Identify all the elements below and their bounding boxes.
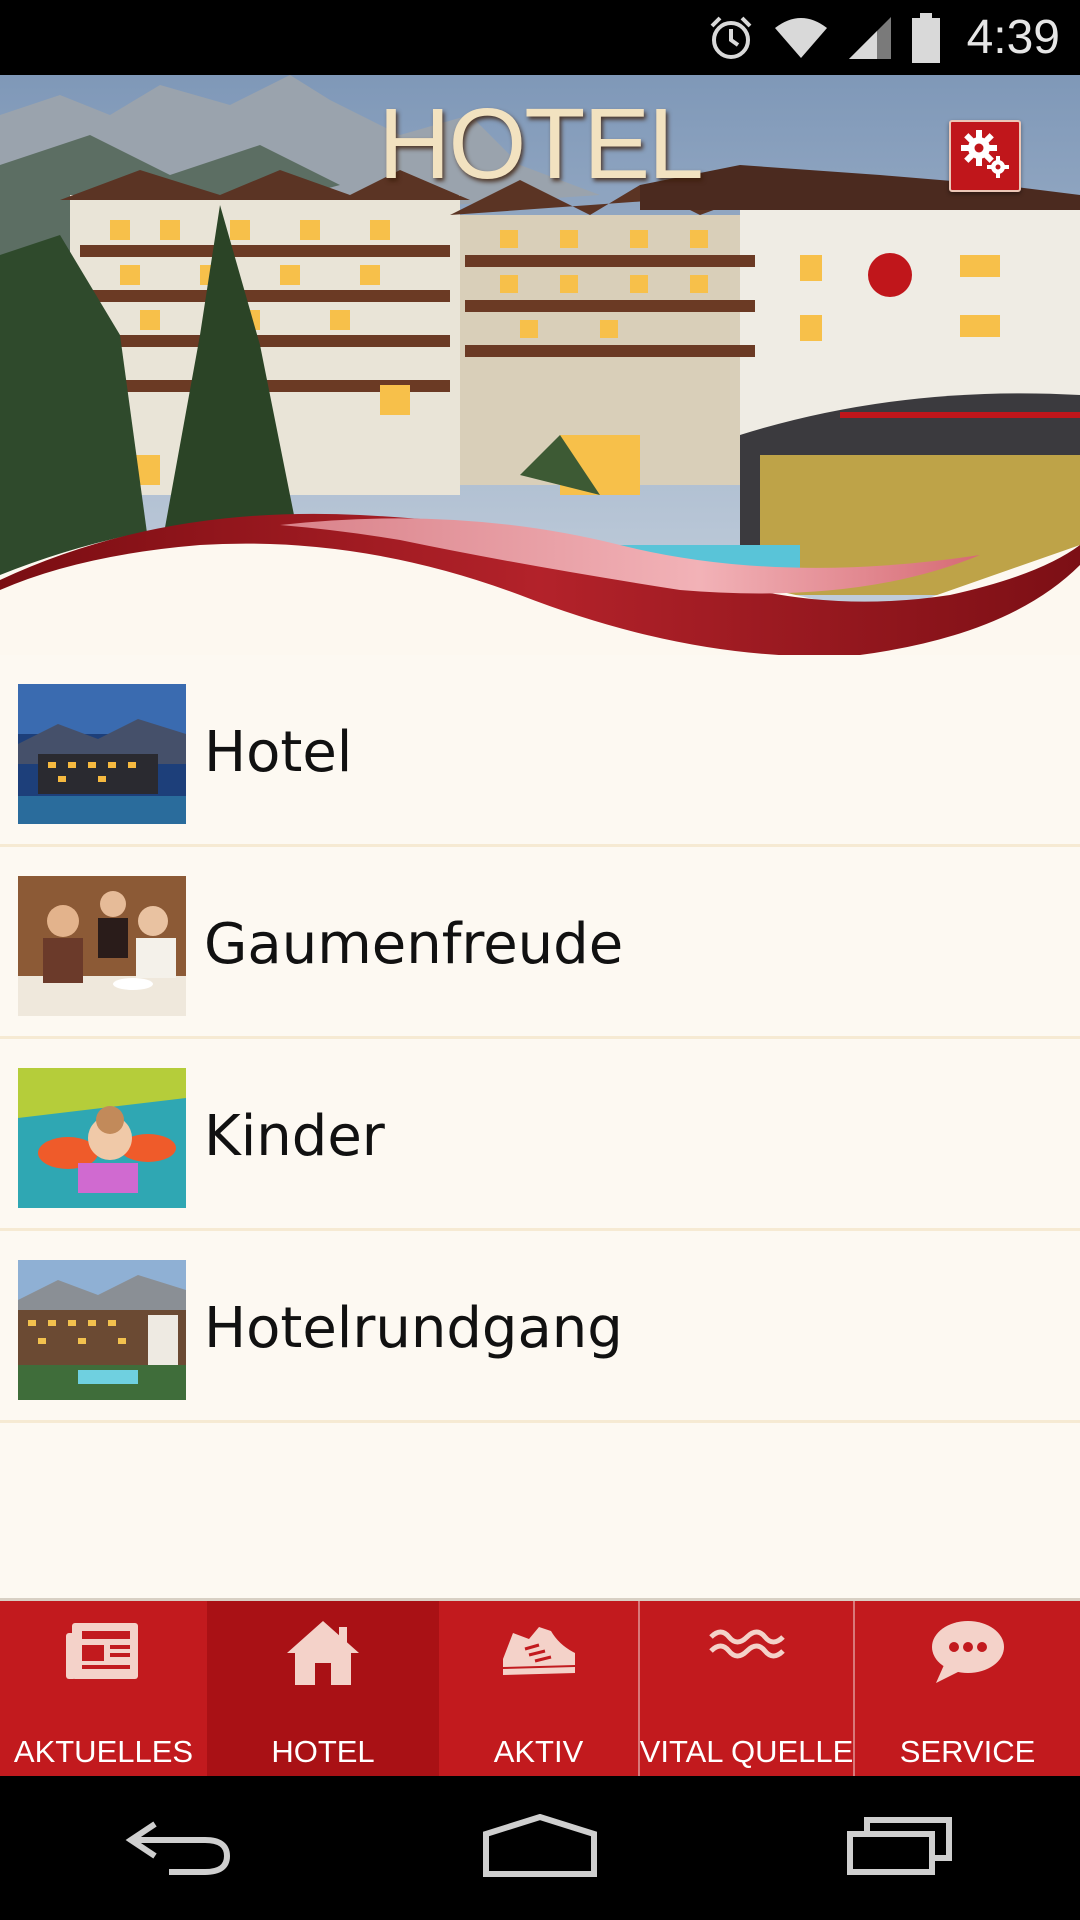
children-thumbnail bbox=[18, 1068, 186, 1208]
menu-list: Hotel Gaumenfreude Kinder Hotelrundgang bbox=[0, 655, 1080, 1600]
page-title: HOTEL bbox=[378, 88, 703, 200]
status-bar: 4:39 bbox=[0, 0, 1080, 75]
back-button[interactable] bbox=[100, 1803, 260, 1893]
tab-hotel[interactable]: HOTEL bbox=[207, 1601, 439, 1776]
gear-icon bbox=[959, 128, 1011, 184]
list-item-label: Hotelrundgang bbox=[204, 1296, 623, 1361]
waves-icon bbox=[640, 1619, 853, 1675]
recents-icon bbox=[847, 1816, 953, 1880]
tab-service[interactable]: SERVICE bbox=[855, 1601, 1080, 1776]
list-item-label: Kinder bbox=[204, 1104, 385, 1169]
recents-button[interactable] bbox=[820, 1803, 980, 1893]
tab-label: HOTEL bbox=[271, 1734, 375, 1769]
tab-label: VITAL QUELLE bbox=[640, 1734, 853, 1769]
list-item-kinder[interactable]: Kinder bbox=[0, 1039, 1080, 1231]
wifi-icon bbox=[773, 16, 829, 60]
settings-button[interactable] bbox=[949, 120, 1021, 192]
bottom-navigation: AKTUELLES HOTEL AKTIV VITAL QUELLE SERVI… bbox=[0, 1598, 1080, 1776]
newspaper-icon bbox=[0, 1619, 207, 1683]
list-item-gaumenfreude[interactable]: Gaumenfreude bbox=[0, 847, 1080, 1039]
tab-label: SERVICE bbox=[899, 1734, 1036, 1769]
tab-aktuelles[interactable]: AKTUELLES bbox=[0, 1601, 207, 1776]
list-item-label: Hotel bbox=[204, 720, 353, 785]
home-icon bbox=[482, 1813, 598, 1882]
hotel-thumbnail bbox=[18, 684, 186, 824]
list-item-label: Gaumenfreude bbox=[204, 912, 624, 977]
tab-aktiv[interactable]: AKTIV bbox=[439, 1601, 638, 1776]
chat-bubble-icon bbox=[855, 1619, 1080, 1685]
dining-thumbnail bbox=[18, 876, 186, 1016]
list-item-hotelrundgang[interactable]: Hotelrundgang bbox=[0, 1231, 1080, 1423]
alarm-icon bbox=[707, 14, 755, 62]
sneaker-icon bbox=[439, 1619, 638, 1679]
signal-icon bbox=[847, 15, 893, 61]
back-icon bbox=[125, 1816, 235, 1880]
tab-label: AKTIV bbox=[493, 1734, 584, 1769]
tour-thumbnail bbox=[18, 1260, 186, 1400]
tab-label: AKTUELLES bbox=[13, 1734, 194, 1769]
battery-icon bbox=[911, 12, 941, 63]
header-banner: HOTEL bbox=[0, 75, 1080, 655]
tab-vital-quelle[interactable]: VITAL QUELLE bbox=[640, 1601, 853, 1776]
status-time: 4:39 bbox=[966, 11, 1060, 64]
system-navigation-bar bbox=[0, 1776, 1080, 1920]
list-item-hotel[interactable]: Hotel bbox=[0, 655, 1080, 847]
house-icon bbox=[207, 1619, 439, 1687]
home-button[interactable] bbox=[460, 1803, 620, 1893]
